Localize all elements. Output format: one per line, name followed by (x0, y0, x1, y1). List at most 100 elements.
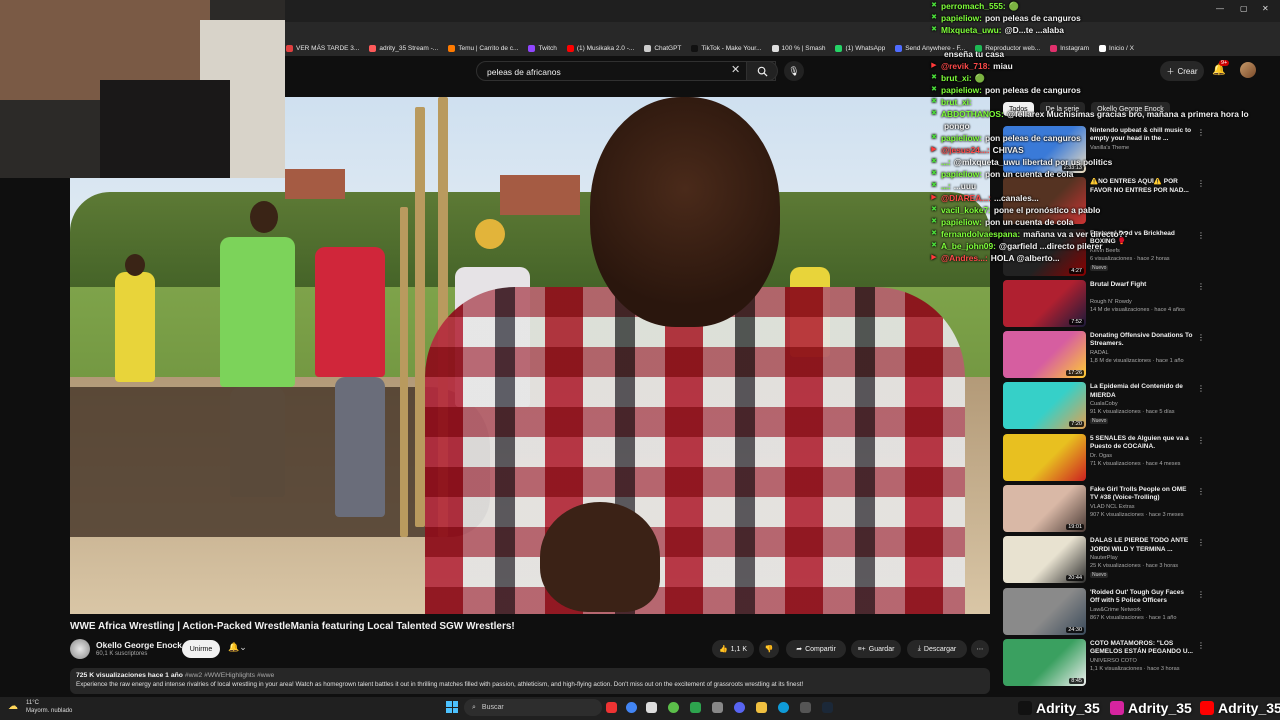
video-thumbnail[interactable]: 8:45 (1003, 638, 1086, 686)
video-thumbnail[interactable] (1003, 433, 1086, 481)
recommended-video[interactable]: 7:52 Brutal Dwarf Fight Rough N' Rowdy 14 M… (1003, 278, 1265, 329)
more-actions-button[interactable]: ⋯ (971, 640, 989, 658)
bookmark-item[interactable]: VER MÁS TARDE 3... (286, 44, 359, 52)
video-thumbnail[interactable]: 7:52 (1003, 279, 1086, 327)
video-duration: 24:30 (1066, 626, 1084, 633)
hashtags[interactable]: #ww2 #WWEHighlights #wwe (185, 672, 275, 679)
windows-start-icon[interactable] (446, 701, 458, 713)
taskbar-search[interactable]: ⌕ Buscar (464, 699, 602, 716)
chat-username: Mlxqueta_uwu: (941, 25, 1002, 35)
share-button[interactable]: ➦ Compartir (786, 640, 846, 658)
more-vertical-icon[interactable]: ⋮ (1197, 487, 1205, 496)
kick-badge-icon: ✖ (931, 218, 937, 225)
recommended-video-channel[interactable]: CualaCoby (1090, 401, 1118, 407)
recommended-video-channel[interactable]: VLAD NCL Extras (1090, 504, 1135, 510)
clear-search-icon[interactable]: ✕ (731, 63, 740, 76)
recommended-video-title[interactable]: La Epidemia del Contenido de MIERDA (1090, 383, 1195, 399)
more-vertical-icon[interactable]: ⋮ (1197, 538, 1205, 547)
recommended-video-title[interactable]: 5 SEÑALES de Alguien que va a Puesto de … (1090, 435, 1195, 451)
join-button[interactable]: Unirme (182, 640, 220, 658)
chat-username: papieliow: (941, 13, 982, 23)
video-thumbnail[interactable]: 7:20 (1003, 382, 1086, 430)
discord-icon[interactable] (734, 702, 745, 713)
like-button[interactable]: 👍 1,1 K (712, 640, 754, 658)
mic-button[interactable]: 🎙 (784, 61, 804, 81)
recommended-video-meta: 1,1 K visualizaciones · hace 3 horas (1090, 665, 1180, 672)
chrome-icon[interactable] (626, 702, 637, 713)
chat-username: A_be_john09: (941, 241, 996, 251)
chat-username: brut_xi: (941, 97, 972, 107)
channel-avatar[interactable] (70, 639, 90, 659)
download-label: Descargar (923, 645, 957, 653)
recommended-video-channel[interactable]: Law&Crime Network (1090, 607, 1141, 613)
chat-message: ✖...: @mlxqueta_uwu libertad por us polit… (930, 156, 1280, 168)
bookmark-item[interactable]: Temu | Carrito de c... (448, 44, 518, 52)
download-button[interactable]: ⤓ Descargar (907, 640, 967, 658)
folder-icon[interactable] (756, 702, 767, 713)
recommended-video-title[interactable]: DALAS LE PIERDE TODO ANTE JORDI WILD Y T… (1090, 537, 1195, 553)
bookmark-item[interactable]: 100 % | Smash (771, 44, 825, 52)
subscription-bell-icon[interactable]: 🔔⌄ (228, 642, 247, 653)
youtube-badge-icon: ▶ (931, 146, 937, 153)
more-vertical-icon[interactable]: ⋮ (1197, 282, 1205, 291)
recommended-video-title[interactable]: 'Roided Out' Tough Guy Faces Off with 5 … (1090, 589, 1195, 605)
recommended-video-title[interactable]: Brutal Dwarf Fight (1090, 281, 1195, 289)
kick-badge-icon: ✖ (931, 26, 937, 33)
bookmark-item[interactable]: adrity_35 Stream -... (369, 44, 438, 52)
chat-text: miau (993, 61, 1013, 71)
recommended-video-channel[interactable]: NauterPlay (1090, 555, 1118, 561)
app-icon[interactable] (690, 702, 701, 713)
recommended-video-channel[interactable]: Dr. Ogas (1090, 453, 1112, 459)
video-thumbnail[interactable]: 20:44 (1003, 536, 1086, 584)
video-thumbnail[interactable]: 17:26 (1003, 331, 1086, 379)
bookmark-label: Twitch (538, 44, 557, 52)
file-icon[interactable] (646, 702, 657, 713)
more-vertical-icon[interactable]: ⋮ (1197, 384, 1205, 393)
chat-message: ✖ papieliow: pon un cuenta de cola (930, 216, 1280, 228)
recommended-video[interactable]: 7:20 La Epidemia del Contenido de MIERDA C… (1003, 380, 1265, 431)
recommended-video-title[interactable]: Donating Offensive Donations To Streamer… (1090, 332, 1195, 348)
bookmark-item[interactable]: (1) Musikaka 2.0 -... (566, 44, 634, 52)
channel-name[interactable]: Okello George Enock (96, 640, 182, 650)
app-icon[interactable] (668, 702, 679, 713)
more-vertical-icon[interactable]: ⋮ (1197, 333, 1205, 342)
save-button[interactable]: ≡+ Guardar (851, 640, 901, 658)
video-thumbnail[interactable]: 24:30 (1003, 587, 1086, 635)
more-vertical-icon[interactable]: ⋮ (1197, 436, 1205, 445)
recommended-video-title[interactable]: Fake Girl Trolls People on OME TV #38 (V… (1090, 486, 1195, 502)
chat-message: ✖ perromach_555: 🟢 (930, 0, 1280, 12)
bookmark-favicon-icon (771, 44, 779, 52)
steam-icon[interactable] (822, 702, 833, 713)
bookmark-item[interactable]: TikTok - Make Your... (691, 44, 762, 52)
spectator-head (125, 254, 145, 276)
recommended-video[interactable]: 19:01 Fake Girl Trolls People on OME TV #… (1003, 483, 1265, 534)
chat-username: @jesus24...: (941, 145, 990, 155)
opera-icon[interactable] (606, 702, 617, 713)
search-button[interactable] (746, 61, 778, 81)
bookmark-item[interactable]: ChatGPT (644, 44, 681, 52)
more-vertical-icon[interactable]: ⋮ (1197, 641, 1205, 650)
chat-username: @revik_718: (941, 61, 991, 71)
recommended-video-channel[interactable]: RADAL (1090, 350, 1109, 356)
more-vertical-icon[interactable]: ⋮ (1197, 590, 1205, 599)
recommended-video[interactable]: 17:26 Donating Offensive Donations To Str… (1003, 329, 1265, 380)
bookmark-item[interactable]: (1) WhatsApp (835, 44, 885, 52)
recommended-video-channel[interactable]: UNIVERSO COTO (1090, 658, 1137, 664)
app-icon[interactable] (800, 702, 811, 713)
app-icon[interactable] (712, 702, 723, 713)
video-thumbnail[interactable]: 19:01 (1003, 485, 1086, 533)
recommended-video-title[interactable]: COTO MATAMOROS: "LOS GEMELOS ESTÁN PEGAN… (1090, 640, 1195, 656)
chat-message (930, 36, 1280, 48)
video-duration: 4:27 (1069, 267, 1084, 274)
search-icon (757, 66, 768, 77)
recommended-video[interactable]: 8:45 COTO MATAMOROS: "LOS GEMELOS ESTÁN P… (1003, 637, 1265, 688)
recommended-video[interactable]: 5 SEÑALES de Alguien que va a Puesto de … (1003, 432, 1265, 483)
recommended-video[interactable]: 24:30 'Roided Out' Tough Guy Faces Off wi… (1003, 586, 1265, 637)
recommended-video[interactable]: 20:44 DALAS LE PIERDE TODO ANTE JORDI WIL… (1003, 534, 1265, 585)
description-box[interactable]: 725 K visualizaciones hace 1 año #ww2 #W… (70, 668, 990, 694)
edge-icon[interactable] (778, 702, 789, 713)
dislike-button[interactable]: 👎 (759, 640, 779, 658)
video-duration: 19:01 (1066, 524, 1084, 531)
recommended-video-channel[interactable]: Rough N' Rowdy (1090, 299, 1132, 305)
bookmark-item[interactable]: Twitch (528, 44, 557, 52)
